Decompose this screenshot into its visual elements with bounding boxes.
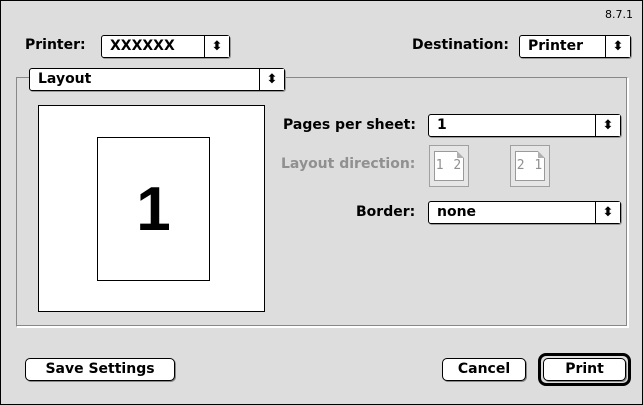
printer-popup-value: XXXXXX (110, 38, 175, 54)
direction-right-to-left-button[interactable]: 2 1 (510, 145, 550, 187)
version-label: 8.7.1 (605, 8, 633, 21)
border-label: Border: (356, 204, 416, 220)
border-popup-value: none (437, 204, 477, 220)
up-down-arrows-icon: ⬍ (204, 36, 229, 57)
up-down-arrows-icon: ⬍ (595, 115, 620, 136)
panel-popup[interactable]: Layout ⬍ (29, 68, 285, 91)
panel-popup-value: Layout (38, 71, 92, 87)
layout-preview: 1 (38, 105, 265, 312)
print-button[interactable]: Print (543, 358, 626, 381)
up-down-arrows-icon: ⬍ (595, 202, 620, 223)
printer-popup[interactable]: XXXXXX ⬍ (101, 35, 230, 58)
direction-left-to-right-button[interactable]: 1 2 (429, 145, 469, 187)
pages-per-sheet-value: 1 (437, 117, 447, 133)
pages-per-sheet-label: Pages per sheet: (283, 117, 416, 133)
right-to-left-icon: 2 1 (515, 151, 545, 181)
border-popup[interactable]: none ⬍ (428, 201, 621, 224)
preview-page: 1 (97, 137, 210, 281)
left-to-right-icon: 1 2 (434, 151, 464, 181)
save-settings-button[interactable]: Save Settings (25, 358, 175, 381)
destination-label: Destination: (412, 37, 510, 53)
printer-label: Printer: (25, 37, 86, 53)
up-down-arrows-icon: ⬍ (259, 69, 284, 90)
destination-popup-value: Printer (528, 38, 584, 54)
print-dialog: 8.7.1 Printer: XXXXXX ⬍ Destination: Pri… (0, 0, 643, 405)
layout-direction-label: Layout direction: (281, 156, 416, 172)
cancel-button[interactable]: Cancel (442, 358, 526, 381)
pages-per-sheet-popup[interactable]: 1 ⬍ (428, 114, 621, 137)
destination-popup[interactable]: Printer ⬍ (519, 35, 631, 58)
up-down-arrows-icon: ⬍ (605, 36, 630, 57)
preview-page-number: 1 (136, 175, 171, 244)
